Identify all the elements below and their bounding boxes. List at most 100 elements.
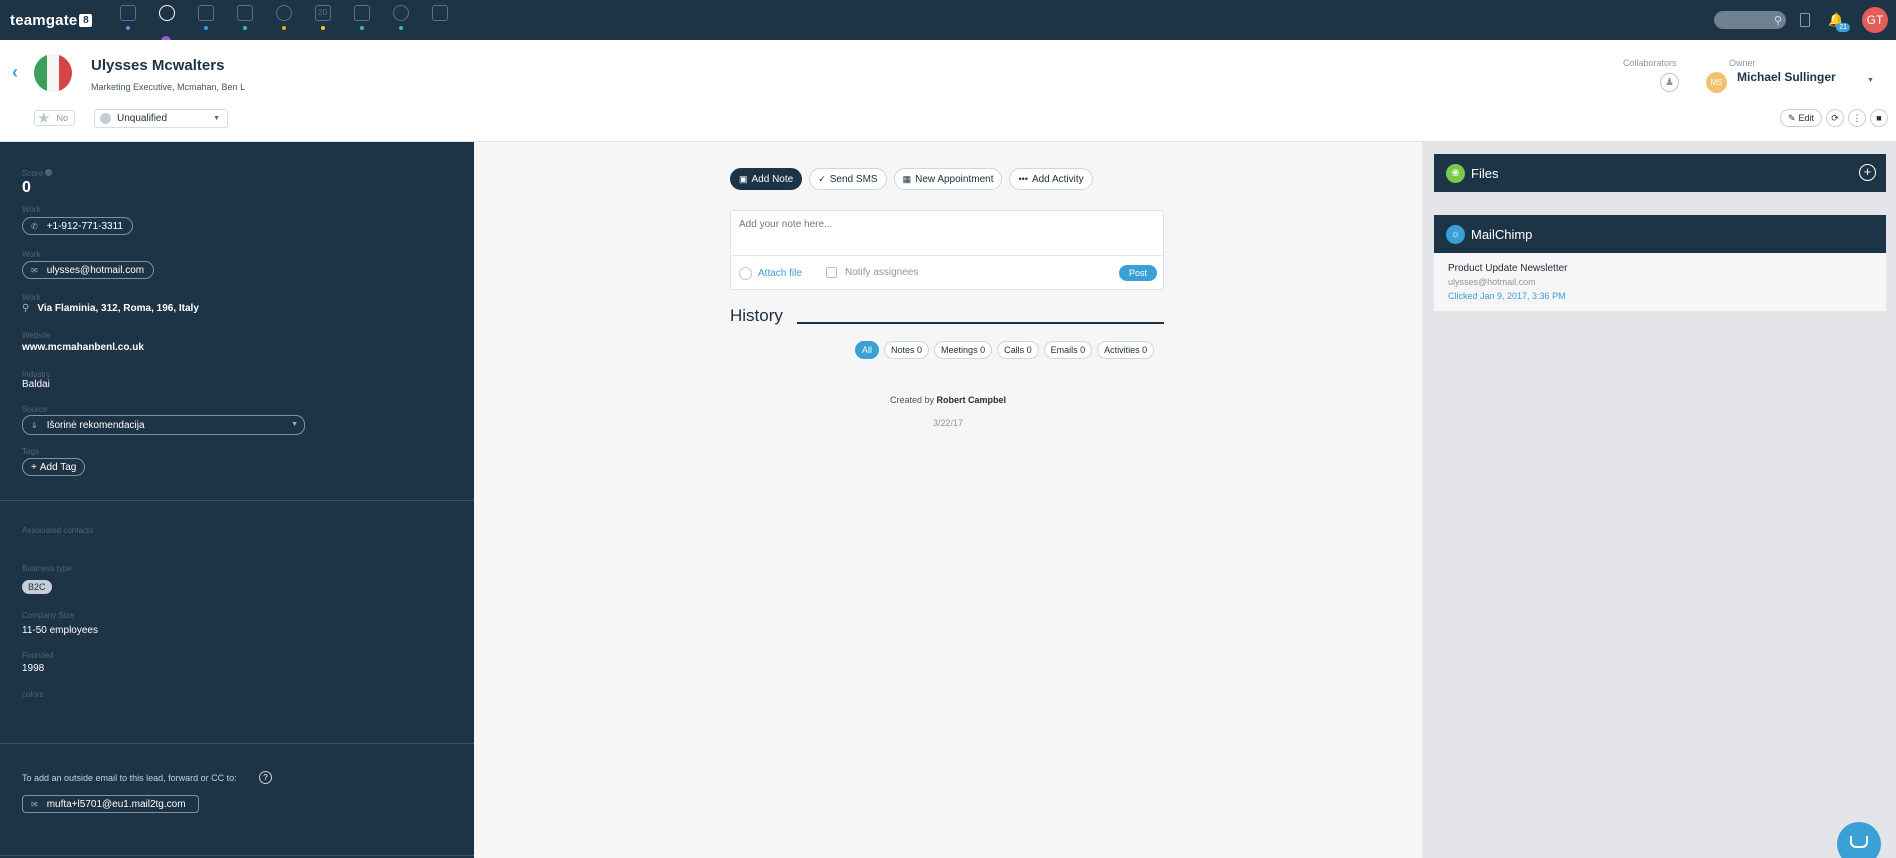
tasks-icon: [275, 5, 292, 21]
add-file-button[interactable]: +: [1859, 164, 1876, 181]
search-icon[interactable]: ⚲: [1774, 14, 1782, 27]
calendar-icon: ▦: [902, 173, 912, 184]
history-filters: All Notes 0 Meetings 0 Calls 0 Emails 0 Activ…: [855, 341, 1155, 359]
send-sms-tab[interactable]: ✓ Send SMS: [809, 168, 887, 190]
history-filter-calls[interactable]: Calls 0: [997, 341, 1039, 359]
forward-email-pill[interactable]: ✉ mufta+l5701@eu1.mail2tg.com: [22, 795, 199, 813]
nav-indicator-dot: [399, 26, 403, 30]
notify-label: Notify assignees: [845, 267, 919, 278]
mail-icon: ✉: [31, 265, 38, 275]
nav-item-tasks[interactable]: [264, 0, 303, 40]
pencil-icon: ✎: [1787, 112, 1796, 123]
add-note-tab[interactable]: ▣ Add Note: [730, 168, 803, 190]
leaf-icon: ❀: [1446, 163, 1465, 183]
email-label: Work: [22, 250, 41, 259]
email-pill[interactable]: ✉ ulysses@hotmail.com: [22, 261, 155, 279]
chat-widget-button[interactable]: [1837, 822, 1881, 858]
business-type-badge: B2C: [22, 580, 52, 594]
lead-details-panel: Score 0 Work ✆ +1-912-771-3311 Work ✉ ul…: [0, 142, 474, 858]
chevron-down-icon: ▼: [213, 115, 220, 122]
created-date: 3/22/17: [932, 418, 964, 428]
phone-pill[interactable]: ✆ +1-912-771-3311: [22, 217, 133, 235]
history-filter-all[interactable]: All: [855, 341, 880, 359]
phone-value: +1-912-771-3311: [46, 220, 123, 232]
nav-item-calendar[interactable]: 20: [303, 0, 342, 40]
files-card-header: ❀ Files +: [1434, 154, 1886, 192]
source-icon: ⇓: [31, 420, 38, 430]
associated-contacts-label: Associated contacts: [22, 526, 94, 535]
status-value: Unqualified: [117, 113, 168, 124]
phone-label: Work: [22, 205, 41, 214]
nav-item-reports[interactable]: [420, 0, 459, 40]
address-value: ⚲ Via Flaminia, 312, Roma, 196, Italy: [22, 303, 199, 314]
plus-icon: +: [31, 461, 37, 473]
nav-item-documents[interactable]: [381, 0, 420, 40]
industry-value: Baldai: [22, 379, 50, 390]
map-pin-icon: ⚲: [22, 303, 30, 314]
delete-button[interactable]: ■: [1870, 109, 1888, 127]
nav-item-leads[interactable]: [147, 0, 186, 46]
nav-item-dashboard[interactable]: [108, 0, 147, 40]
star-toggle[interactable]: ★ No: [34, 110, 75, 127]
user-avatar[interactable]: GT: [1862, 7, 1888, 33]
attach-icon: [739, 267, 752, 280]
note-input[interactable]: [731, 211, 1163, 255]
top-right-tools: ⚲ 🔔 21 GT: [1714, 0, 1896, 40]
mailchimp-card-header: ☼ MailChimp: [1434, 215, 1886, 253]
notification-count: 21: [1836, 23, 1850, 32]
notifications-bell[interactable]: 🔔 21: [1828, 12, 1850, 32]
section-divider: [0, 500, 474, 501]
star-icon: ★: [37, 110, 51, 127]
lead-header: ‹ Ulysses Mcwalters Marketing Executive,…: [0, 40, 1896, 142]
nav-item-upload[interactable]: [342, 0, 381, 40]
add-activity-tab[interactable]: ••• Add Activity: [1009, 168, 1093, 190]
nav-indicator-dot: [126, 26, 130, 30]
campaign-email: ulysses@hotmail.com: [1448, 277, 1536, 287]
history-filter-notes[interactable]: Notes 0: [884, 341, 930, 359]
nav-indicator-dot: [243, 26, 247, 30]
owner-name[interactable]: Michael Sullinger: [1737, 70, 1836, 84]
main-nav: 20: [108, 0, 459, 46]
teamgate-logo[interactable]: teamgate 8: [10, 12, 93, 29]
nav-item-contacts[interactable]: [225, 0, 264, 40]
source-value: Išorinė rekomendacija: [46, 419, 145, 431]
top-navigation: teamgate 8 20 ⚲ 🔔 21 GT: [0, 0, 1896, 46]
attach-label: Attach file: [758, 268, 802, 279]
company-size-value: 11-50 employees: [22, 625, 98, 636]
attach-file-button[interactable]: Attach file: [739, 267, 802, 280]
more-button[interactable]: ⋮: [1848, 109, 1866, 127]
history-title: History: [730, 306, 783, 325]
website-link[interactable]: www.mcmahanbenl.co.uk: [22, 342, 144, 353]
add-tag-label: Add Tag: [39, 461, 77, 473]
notify-assignees-checkbox[interactable]: Notify assignees: [826, 267, 918, 278]
add-tag-button[interactable]: + Add Tag: [22, 458, 86, 476]
add-collaborator-icon[interactable]: ♟: [1660, 73, 1679, 92]
notes-book-icon[interactable]: [1800, 13, 1810, 27]
source-select[interactable]: ⇓ Išorinė rekomendacija ▼: [22, 415, 305, 435]
owner-avatar: MS: [1706, 72, 1727, 93]
refresh-icon: ⟳: [1831, 112, 1839, 123]
edit-button[interactable]: ✎ Edit: [1779, 109, 1822, 127]
help-icon[interactable]: ?: [259, 771, 272, 784]
note-divider: [731, 255, 1163, 256]
nav-indicator-dot: [321, 26, 325, 30]
history-filter-activities[interactable]: Activities 0: [1097, 341, 1155, 359]
post-button[interactable]: Post: [1118, 265, 1157, 281]
nav-indicator-dot: [360, 26, 364, 30]
back-button[interactable]: ‹: [12, 62, 18, 83]
section-divider: [0, 743, 474, 744]
status-select[interactable]: Unqualified ▼: [94, 109, 228, 128]
mailchimp-icon: ☼: [1446, 224, 1465, 244]
italy-flag-icon: [34, 54, 72, 92]
mailchimp-title: MailChimp: [1471, 226, 1533, 242]
note-icon: ▣: [739, 173, 748, 184]
history-filter-emails[interactable]: Emails 0: [1043, 341, 1093, 359]
new-appointment-tab[interactable]: ▦ New Appointment: [893, 168, 1003, 190]
history-filter-meetings[interactable]: Meetings 0: [934, 341, 993, 359]
convert-button[interactable]: ⟳: [1826, 109, 1844, 127]
created-by-name: Robert Campbel: [936, 395, 1007, 405]
owner-chevron-down-icon[interactable]: ▼: [1867, 77, 1874, 84]
nav-item-deals[interactable]: [186, 0, 225, 40]
campaign-clicked[interactable]: Clicked Jan 9, 2017, 3:36 PM: [1448, 291, 1566, 301]
contacts-icon: [236, 5, 253, 21]
